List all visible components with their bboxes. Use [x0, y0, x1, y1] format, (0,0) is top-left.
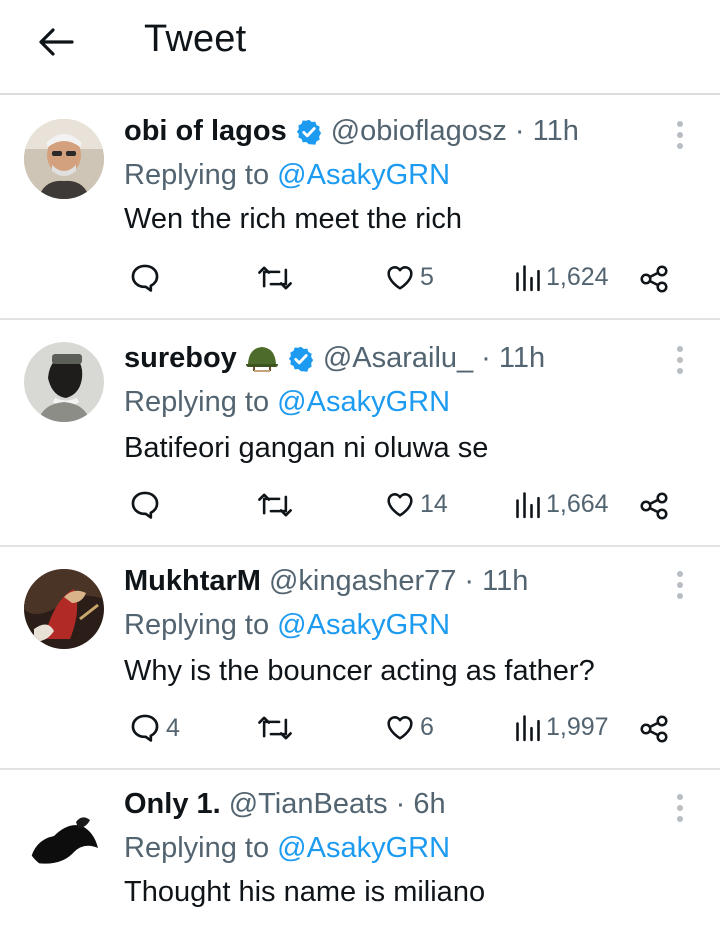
tweet-text: Thought his name is miliano: [124, 876, 486, 908]
replying-to-mention[interactable]: @AsakyGRN: [277, 159, 450, 191]
more-options-button[interactable]: [668, 115, 692, 155]
reply-button[interactable]: [128, 488, 166, 522]
retweet-icon: [258, 266, 292, 290]
display-name[interactable]: Only 1.: [124, 788, 221, 821]
like-count: 5: [420, 262, 434, 291]
views-count: 1,624: [546, 262, 609, 291]
comment-icon: [131, 491, 159, 519]
reply-item[interactable]: sureboy @Asarailu_ · 11h Replying to @As…: [0, 320, 720, 547]
replying-label: Replying to: [124, 386, 270, 418]
page-title: Tweet: [144, 18, 247, 60]
more-options-button[interactable]: [668, 788, 692, 828]
heart-icon: [387, 493, 413, 517]
user-handle[interactable]: @Asarailu_: [323, 342, 473, 375]
heart-icon: [387, 266, 413, 290]
replying-to-line: Replying to @AsakyGRN: [124, 386, 450, 419]
tweet-author-line: MukhtarM @kingasher77 · 11h: [124, 565, 528, 598]
share-button[interactable]: [638, 263, 670, 295]
avatar[interactable]: [24, 342, 104, 422]
reply-count: 4: [166, 713, 180, 742]
replying-to-line: Replying to @AsakyGRN: [124, 609, 450, 642]
back-arrow-icon: [39, 28, 74, 56]
verified-badge-icon: [288, 346, 313, 372]
views-button[interactable]: 1,997: [514, 711, 609, 743]
like-button[interactable]: 5: [384, 261, 434, 293]
avatar[interactable]: [24, 569, 104, 649]
retweet-button[interactable]: [256, 261, 298, 295]
comment-icon: [131, 714, 159, 742]
display-name[interactable]: sureboy: [124, 342, 237, 375]
views-count: 1,997: [546, 712, 609, 741]
user-handle[interactable]: @kingasher77: [269, 565, 456, 598]
like-button[interactable]: 14: [384, 488, 448, 520]
replying-to-mention[interactable]: @AsakyGRN: [277, 609, 450, 641]
replying-label: Replying to: [124, 609, 270, 641]
reply-item[interactable]: MukhtarM @kingasher77 · 11h Replying to …: [0, 547, 720, 770]
timestamp[interactable]: · 11h: [515, 115, 579, 148]
more-options-button[interactable]: [668, 565, 692, 605]
views-button[interactable]: 1,624: [514, 261, 609, 293]
heart-icon: [387, 716, 413, 740]
replying-to-line: Replying to @AsakyGRN: [124, 832, 450, 865]
timestamp[interactable]: · 6h: [396, 788, 446, 821]
tweet-author-line: obi of lagos @obioflagosz · 11h: [124, 115, 579, 148]
share-icon: [640, 265, 668, 293]
retweet-icon: [258, 716, 292, 740]
military-helmet-icon: [245, 346, 278, 372]
like-count: 6: [420, 712, 434, 741]
views-button[interactable]: 1,664: [514, 488, 609, 520]
display-name[interactable]: obi of lagos: [124, 115, 287, 148]
timestamp[interactable]: · 11h: [481, 342, 545, 375]
replying-label: Replying to: [124, 832, 270, 864]
retweet-button[interactable]: [256, 711, 298, 745]
like-button[interactable]: 6: [384, 711, 434, 743]
reply-button[interactable]: 4: [128, 711, 180, 745]
tweet-author-line: Only 1. @TianBeats · 6h: [124, 788, 446, 821]
more-options-button[interactable]: [668, 340, 692, 380]
replying-to-line: Replying to @AsakyGRN: [124, 159, 450, 192]
verified-badge-icon: [296, 119, 321, 145]
share-button[interactable]: [638, 713, 670, 745]
tweet-text: Batifeori gangan ni oluwa se: [124, 432, 489, 464]
reply-button[interactable]: [128, 261, 166, 295]
avatar[interactable]: [24, 119, 104, 199]
share-button[interactable]: [638, 490, 670, 522]
retweet-button[interactable]: [256, 488, 298, 522]
tweet-author-line: sureboy @Asarailu_ · 11h: [124, 342, 545, 375]
tweet-text: Wen the rich meet the rich: [124, 203, 462, 235]
share-icon: [640, 715, 668, 743]
retweet-icon: [258, 493, 292, 517]
views-count: 1,664: [546, 489, 609, 518]
like-count: 14: [420, 489, 448, 518]
views-chart-icon: [516, 492, 540, 519]
display-name[interactable]: MukhtarM: [124, 565, 261, 598]
top-bar: Tweet: [0, 0, 720, 95]
share-icon: [640, 492, 668, 520]
replying-label: Replying to: [124, 159, 270, 191]
views-chart-icon: [516, 715, 540, 742]
reply-item[interactable]: Only 1. @TianBeats · 6h Replying to @Asa…: [0, 770, 720, 937]
replying-to-mention[interactable]: @AsakyGRN: [277, 832, 450, 864]
user-handle[interactable]: @obioflagosz: [331, 115, 507, 148]
views-chart-icon: [516, 265, 540, 292]
user-handle[interactable]: @TianBeats: [229, 788, 388, 821]
avatar[interactable]: [24, 792, 104, 872]
back-button[interactable]: [34, 20, 78, 64]
replying-to-mention[interactable]: @AsakyGRN: [277, 386, 450, 418]
comment-icon: [131, 264, 159, 292]
reply-item[interactable]: obi of lagos @obioflagosz · 11h Replying…: [0, 97, 720, 320]
timestamp[interactable]: · 11h: [464, 565, 528, 598]
tweet-text: Why is the bouncer acting as father?: [124, 655, 595, 687]
